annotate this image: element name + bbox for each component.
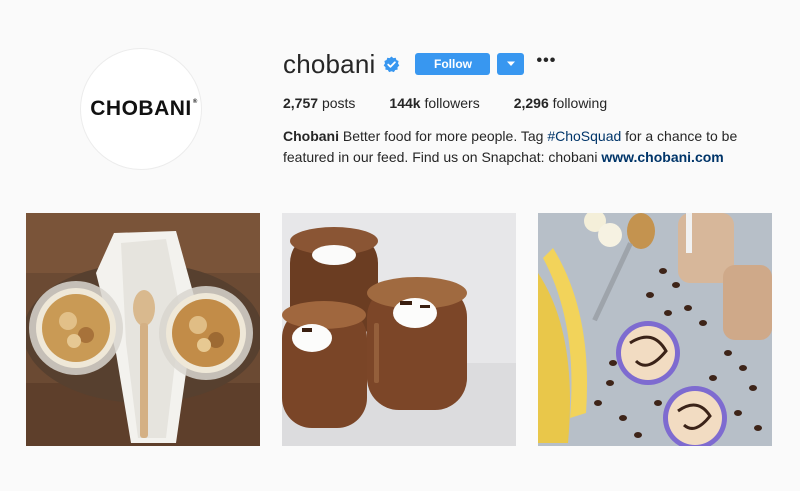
profile-avatar[interactable]: CHOBANI ® xyxy=(80,48,202,170)
bio-website-link[interactable]: www.chobani.com xyxy=(601,149,723,165)
brand-logo: CHOBANI ® xyxy=(90,97,198,120)
post-tile-2[interactable] xyxy=(282,213,516,446)
post-tile-1[interactable] xyxy=(26,213,260,446)
following-count: 2,296 xyxy=(513,95,549,111)
caret-down-icon xyxy=(506,61,515,66)
bio-name: Chobani xyxy=(283,128,339,144)
follow-button[interactable]: Follow xyxy=(415,53,491,75)
follow-options-button[interactable] xyxy=(497,53,525,75)
followers-stat[interactable]: 144k followers xyxy=(389,95,479,111)
posts-count: 2,757 xyxy=(283,95,319,111)
profile-bio: Chobani Better food for more people. Tag… xyxy=(283,126,743,168)
more-options-button[interactable]: ••• xyxy=(536,53,556,72)
posts-stat: 2,757 posts xyxy=(283,95,355,111)
banana-coffee-drinks-photo xyxy=(538,213,772,446)
profile-stats: 2,757 posts 144k followers 2,296 followi… xyxy=(283,95,641,111)
followers-count: 144k xyxy=(389,95,421,111)
chocolate-pudding-jars-photo xyxy=(282,213,516,446)
bio-text-1: Better food for more people. Tag xyxy=(339,128,548,144)
post-tile-3[interactable] xyxy=(538,213,772,446)
following-label: following xyxy=(552,95,608,111)
posts-label: posts xyxy=(321,95,356,111)
bio-hashtag-link[interactable]: #ChoSquad xyxy=(547,128,621,144)
following-stat[interactable]: 2,296 following xyxy=(514,95,607,111)
profile-header: chobani Follow ••• xyxy=(283,48,556,80)
followers-label: followers xyxy=(424,95,480,111)
verified-badge-icon xyxy=(383,56,400,73)
yogurt-cups-spoon-photo xyxy=(26,213,260,446)
username: chobani xyxy=(283,48,376,79)
